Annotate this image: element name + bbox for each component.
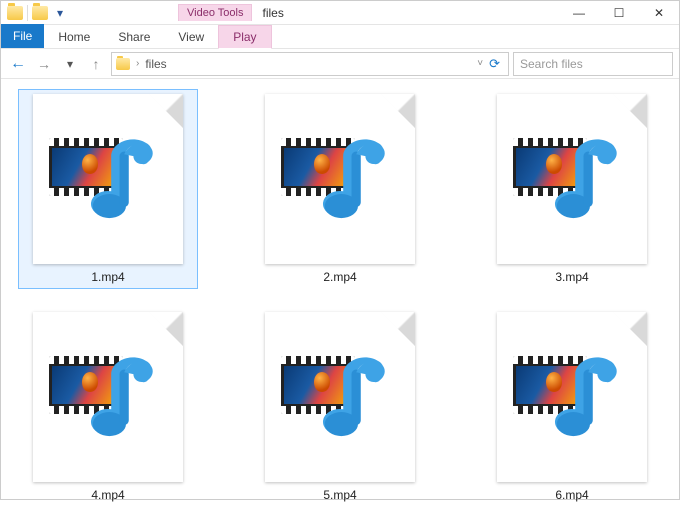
ribbon-tab-home[interactable]: Home [44, 26, 104, 48]
nav-back-button[interactable]: ← [7, 53, 29, 75]
breadcrumb-separator-icon: › [136, 58, 139, 69]
file-thumbnail [33, 94, 183, 264]
title-bar: ▾ Video Tools files — ☐ ✕ [1, 1, 679, 25]
page-fold-icon [613, 94, 647, 128]
location-folder-icon [116, 58, 130, 70]
video-media-icon [281, 134, 401, 234]
nav-up-button[interactable]: ↑ [85, 53, 107, 75]
file-item[interactable]: 5.mp4 [250, 307, 430, 507]
address-dropdown-icon[interactable]: ˅ [477, 58, 483, 69]
file-item[interactable]: 3.mp4 [482, 89, 662, 289]
file-thumbnail [265, 94, 415, 264]
ribbon-tab-share[interactable]: Share [104, 26, 164, 48]
video-media-icon [513, 352, 633, 452]
video-media-icon [49, 352, 169, 452]
music-note-icon [89, 134, 163, 230]
page-fold-icon [381, 312, 415, 346]
window-title: files [262, 6, 283, 20]
file-item[interactable]: 2.mp4 [250, 89, 430, 289]
address-bar-row: ← → ▾ ↑ › files ˅ ⟳ [1, 49, 679, 79]
file-name-label: 1.mp4 [91, 270, 124, 284]
music-note-icon [321, 134, 395, 230]
quick-access-toolbar: ▾ [1, 5, 68, 21]
video-media-icon [281, 352, 401, 452]
file-thumbnail [497, 94, 647, 264]
contextual-tab-label: Video Tools [178, 4, 252, 21]
separator [27, 5, 28, 21]
page-fold-icon [149, 94, 183, 128]
file-thumbnail [265, 312, 415, 482]
video-media-icon [513, 134, 633, 234]
music-note-icon [89, 352, 163, 448]
file-thumbnail [33, 312, 183, 482]
video-media-icon [49, 134, 169, 234]
maximize-button[interactable]: ☐ [599, 1, 639, 25]
window-controls: — ☐ ✕ [559, 1, 679, 25]
file-item[interactable]: 6.mp4 [482, 307, 662, 507]
refresh-button[interactable]: ⟳ [489, 56, 500, 72]
breadcrumb-location[interactable]: files [145, 57, 166, 71]
page-fold-icon [381, 94, 415, 128]
ribbon-tab-play[interactable]: Play [218, 25, 271, 49]
close-button[interactable]: ✕ [639, 1, 679, 25]
page-fold-icon [613, 312, 647, 346]
search-input[interactable] [520, 57, 666, 71]
ribbon-tab-view[interactable]: View [164, 26, 218, 48]
ribbon-tab-file[interactable]: File [1, 24, 44, 48]
app-folder-icon[interactable] [7, 6, 23, 20]
minimize-button[interactable]: — [559, 1, 599, 25]
file-name-label: 2.mp4 [323, 270, 356, 284]
file-item[interactable]: 4.mp4 [18, 307, 198, 507]
nav-forward-button[interactable]: → [33, 53, 55, 75]
ribbon-tabs: File Home Share View Play [1, 25, 679, 49]
page-fold-icon [149, 312, 183, 346]
file-thumbnail [497, 312, 647, 482]
qat-dropdown-icon[interactable]: ▾ [52, 6, 68, 20]
qat-open-icon[interactable] [32, 6, 48, 20]
music-note-icon [553, 352, 627, 448]
music-note-icon [321, 352, 395, 448]
file-name-label: 3.mp4 [555, 270, 588, 284]
file-item[interactable]: 1.mp4 [18, 89, 198, 289]
nav-recent-dropdown[interactable]: ▾ [59, 53, 81, 75]
music-note-icon [553, 134, 627, 230]
address-bar[interactable]: › files ˅ ⟳ [111, 52, 509, 76]
files-grid: 1.mp4 2.mp4 [1, 79, 679, 517]
search-box[interactable] [513, 52, 673, 76]
